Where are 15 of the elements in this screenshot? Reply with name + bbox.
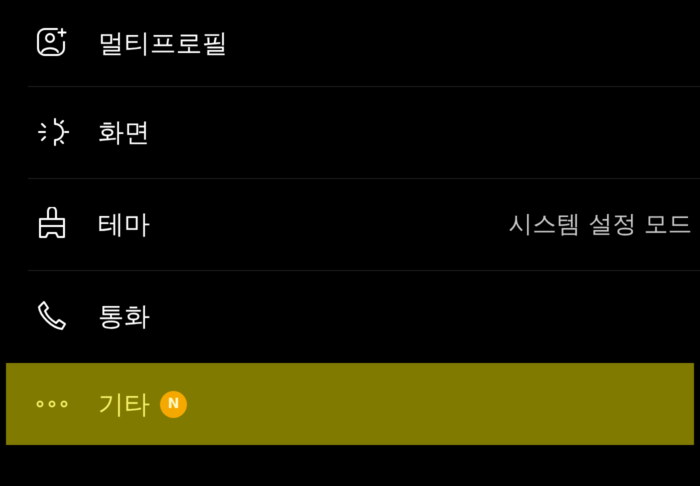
menu-item[interactable]: 멀티프로필 xyxy=(0,0,700,86)
more-icon xyxy=(35,399,69,409)
menu-label: 기타 xyxy=(98,388,150,422)
menu-item[interactable]: 기타 N xyxy=(6,363,694,445)
menu-label: 테마 xyxy=(98,208,150,242)
setting-value: 시스템 설정 모드 xyxy=(508,209,692,240)
menu-label: 통화 xyxy=(98,300,150,334)
menu-item[interactable]: 화면 xyxy=(0,86,700,178)
menu-item[interactable]: 테마 시스템 설정 모드 xyxy=(0,178,700,270)
menu-label: 멀티프로필 xyxy=(98,28,228,60)
new-badge: N xyxy=(160,390,187,418)
phone-icon xyxy=(35,299,69,333)
brightness-icon xyxy=(35,115,69,149)
menu-label: 화면 xyxy=(98,116,150,150)
menu-item[interactable]: 통화 xyxy=(0,270,700,362)
